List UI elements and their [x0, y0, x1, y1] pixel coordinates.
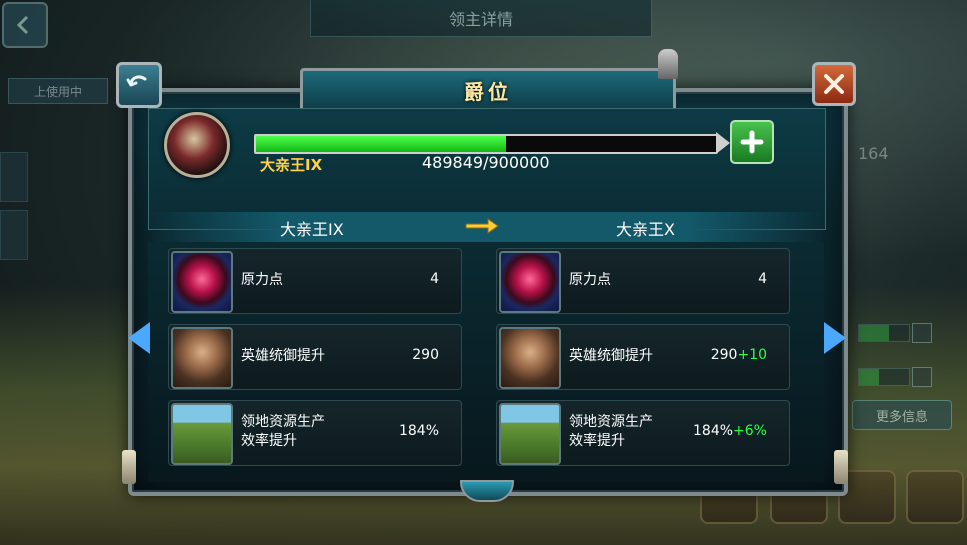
from-rank-label: 大亲王IX — [280, 220, 344, 239]
next-stat-card-hero: 英雄统御提升 290+10 — [496, 324, 790, 390]
background-more-info-button[interactable]: 更多信息 — [852, 400, 952, 430]
background-stat-number: 164 — [858, 144, 889, 163]
dialog-title: 爵位 — [464, 79, 512, 104]
progress-bar-tip — [716, 132, 730, 154]
stat-bonus: +6% — [733, 423, 767, 439]
background-bar-1 — [858, 324, 910, 342]
stat-value: 290 — [412, 347, 439, 363]
next-stat-card-force: 原力点 4 — [496, 248, 790, 314]
rank-progress-text: 489849/900000 — [422, 153, 550, 172]
right-arrow-icon — [465, 218, 499, 234]
current-stat-card-hero: 英雄统御提升 290 — [168, 324, 462, 390]
close-x-icon — [824, 74, 844, 94]
background-bar-1-fill — [859, 325, 889, 341]
stat-bonus: +10 — [737, 347, 767, 363]
back-arrow-icon — [16, 15, 29, 35]
dialog-back-button[interactable] — [116, 62, 162, 108]
hero-portrait-icon — [171, 327, 233, 389]
to-rank-label: 大亲王X — [616, 220, 675, 239]
background-settings-icon[interactable] — [906, 470, 964, 524]
background-bar-2 — [858, 368, 910, 386]
candle-ornament-left — [122, 450, 136, 484]
background-plus-button-1[interactable] — [912, 323, 932, 343]
background-left-tab[interactable] — [0, 210, 28, 260]
dialog-title-bar: 爵位 — [300, 49, 678, 112]
current-rank-label: 大亲王IX — [260, 156, 323, 174]
rank-progress-bar — [254, 134, 718, 154]
land-upgrade-icon — [499, 403, 561, 465]
stat-name: 英雄统御提升 — [569, 348, 653, 364]
gem-icon — [171, 251, 233, 313]
rank-dialog: 爵位 大亲王IX 489849/900000 大亲王IX 大亲王X 原力点 4 — [116, 49, 856, 502]
previous-rank-arrow[interactable] — [128, 322, 150, 354]
back-arrow-icon — [126, 75, 147, 87]
add-progress-button[interactable] — [730, 120, 774, 164]
rank-emblem-icon — [164, 112, 230, 178]
next-stat-card-land: 领地资源生产 效率提升 184%+6% — [496, 400, 790, 466]
stat-name: 原力点 — [569, 272, 611, 288]
stat-value: 184% — [398, 423, 439, 439]
plus-icon — [740, 130, 764, 154]
gem-icon — [499, 251, 561, 313]
stat-name: 领地资源生产 效率提升 — [241, 414, 325, 449]
candle-ornament-right — [834, 450, 848, 484]
hero-portrait-icon — [499, 327, 561, 389]
stat-name: 领地资源生产 效率提升 — [569, 414, 653, 449]
stat-value: 290+10 — [710, 347, 767, 363]
land-upgrade-icon — [171, 403, 233, 465]
current-stat-card-land: 领地资源生产 效率提升 184% — [168, 400, 462, 466]
background-bar-2-fill — [859, 369, 879, 385]
background-in-use-label: 上使用中 — [8, 78, 108, 104]
background-title-bar: 领主详情 — [310, 0, 652, 37]
background-plus-button-2[interactable] — [912, 367, 932, 387]
rank-progress-fill — [256, 136, 507, 152]
background-title: 领主详情 — [448, 10, 513, 29]
next-rank-arrow[interactable] — [824, 322, 846, 354]
background-back-button[interactable] — [2, 2, 48, 48]
title-ornament-icon — [658, 49, 678, 79]
dialog-close-button[interactable] — [812, 62, 856, 106]
background-left-tab[interactable] — [0, 152, 28, 202]
stat-value: 4 — [430, 271, 439, 287]
current-stat-card-force: 原力点 4 — [168, 248, 462, 314]
stat-name: 原力点 — [241, 272, 283, 288]
stat-value: 184%+6% — [693, 423, 767, 439]
stat-name: 英雄统御提升 — [241, 348, 325, 364]
stat-value: 4 — [758, 271, 767, 287]
